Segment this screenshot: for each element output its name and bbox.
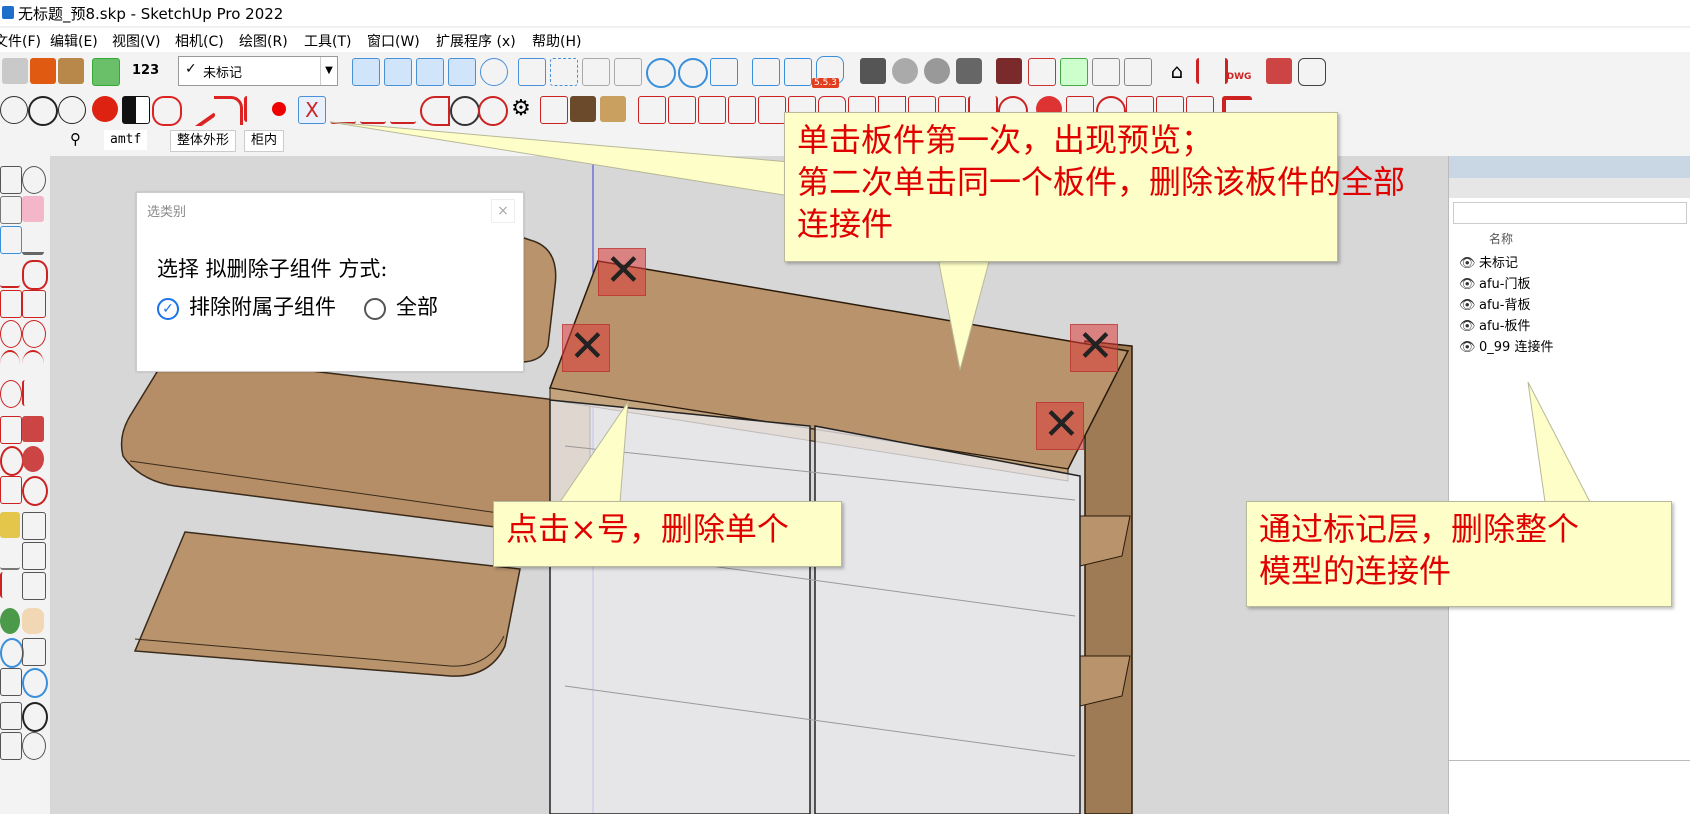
callout-right-line-2: 模型的连接件 (1259, 552, 1452, 590)
callout-top-line-3: 连接件 (797, 205, 894, 243)
callout-top: 单击板件第一次，出现预览； 第二次单击同一个板件，删除该板件的全部 连接件 (784, 112, 1406, 262)
callout-left-tail (559, 400, 629, 503)
callout-left: 点击×号，删除单个 (493, 501, 842, 567)
callout-right-tail (1527, 381, 1591, 503)
callout-left-text: 点击×号，删除单个 (506, 510, 789, 548)
callout-right-line-1: 通过标记层，删除整个 (1259, 510, 1580, 548)
callout-top-tail-down (937, 257, 991, 371)
callout-right: 通过标记层，删除整个 模型的连接件 (1246, 501, 1672, 607)
callout-top-line-2: 第二次单击同一个板件，删除该板件的全部 (797, 163, 1406, 201)
callout-top-line-1: 单击板件第一次，出现预览； (797, 121, 1214, 159)
callout-top-tail-left (329, 121, 791, 197)
